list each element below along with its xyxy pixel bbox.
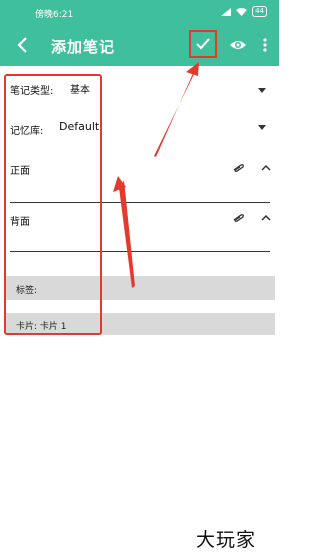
note-type-dropdown-icon[interactable]	[258, 88, 266, 93]
more-vertical-icon	[263, 38, 267, 52]
paperclip-icon[interactable]	[231, 213, 245, 223]
page-title: 添加笔记	[51, 38, 116, 56]
annotation-highlight-box	[4, 74, 102, 335]
collapse-chevron-icon[interactable]	[261, 164, 271, 172]
back-arrow-icon	[17, 37, 27, 53]
save-button[interactable]	[189, 30, 217, 58]
paperclip-icon[interactable]	[231, 163, 245, 173]
annotation-arrows	[113, 62, 199, 288]
status-icons: 44	[221, 6, 267, 17]
watermark-logo: 大玩家	[196, 529, 257, 551]
back-button[interactable]	[14, 34, 34, 56]
more-options-button[interactable]	[262, 37, 268, 53]
status-time: 傍晚6:21	[35, 10, 74, 20]
eye-icon	[230, 41, 246, 49]
checkmark-icon	[196, 38, 210, 50]
wifi-icon	[236, 7, 248, 16]
signal-icon	[221, 7, 232, 16]
status-bar: 傍晚6:21 44	[0, 0, 279, 26]
deck-dropdown-icon[interactable]	[258, 125, 266, 130]
battery-indicator: 44	[252, 6, 267, 17]
preview-button[interactable]	[229, 36, 247, 54]
collapse-chevron-icon[interactable]	[261, 214, 271, 222]
